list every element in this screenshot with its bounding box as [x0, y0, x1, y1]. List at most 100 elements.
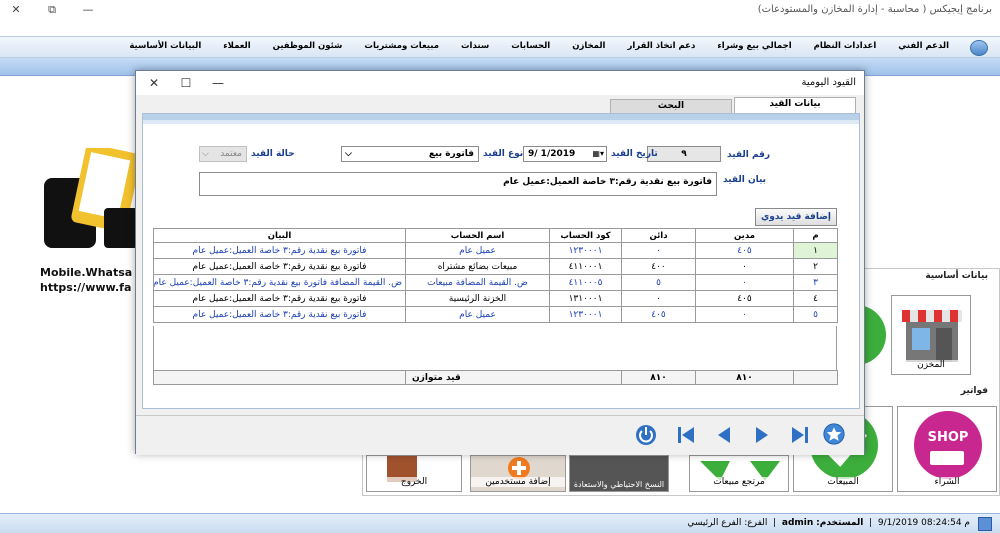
menu-tech-support[interactable]: الدعم الفني — [887, 41, 960, 51]
table-row[interactable]: ٣ ٠ ٥ ٤١١٠٠٠٥ ض. القيمة المضافة مبيعات ض… — [153, 274, 838, 291]
cell-code[interactable]: ١٢٣٠٠٠١ — [549, 242, 622, 259]
entry-no-label: رقم القيد — [727, 150, 771, 160]
statement-textarea[interactable]: فاتورة بيع نقدية رقم:٣ خاصة العميل:عميل … — [199, 172, 717, 196]
tile-sales-label: المبيعات — [794, 477, 892, 487]
minimize-window-button[interactable]: — — [76, 2, 100, 18]
cell-desc[interactable]: فاتورة بيع نقدية رقم:٣ خاصة العميل:عميل … — [153, 290, 406, 307]
tile-store[interactable]: المخزن — [891, 295, 971, 375]
cell-m[interactable]: ٤ — [793, 290, 838, 307]
table-row[interactable]: ٤ ٤٠٥ ٠ ١٣١٠٠٠١ الخزنة الرئيسية فاتورة ب… — [153, 290, 838, 307]
cell-code[interactable]: ٤١١٠٠٠١ — [549, 258, 622, 275]
col-header-debit: مدين — [695, 228, 794, 243]
tile-backup[interactable]: النسخ الاحتياطي والاستعادة — [569, 455, 669, 492]
entry-status-value: معتمد — [220, 149, 242, 159]
entry-type-select[interactable]: فاتورة بيع ⌵ — [341, 146, 479, 162]
section-invoices: فواتير — [960, 386, 988, 396]
menu-decision-support[interactable]: دعم اتخاذ القرار — [616, 41, 706, 51]
menu-stores[interactable]: المخازن — [561, 41, 616, 51]
entry-status-select[interactable]: معتمد ⌵ — [199, 146, 247, 162]
dialog-title: القيود اليومية — [801, 77, 856, 88]
cell-desc[interactable]: فاتورة بيع نقدية رقم:٣ خاصة العميل:عميل … — [153, 242, 406, 259]
menu-basic-data[interactable]: البيانات الأساسية — [118, 41, 212, 51]
entry-date-label: تاريخ القيد — [611, 149, 658, 159]
cell-credit[interactable]: ٠ — [621, 290, 696, 307]
cell-name[interactable]: عميل عام — [405, 242, 550, 259]
app-menu-icon[interactable] — [970, 40, 988, 56]
status-app-icon — [978, 517, 992, 531]
table-row[interactable]: ١ ٤٠٥ ٠ ١٢٣٠٠٠١ عميل عام فاتورة بيع نقدي… — [153, 242, 838, 259]
cell-m[interactable]: ٥ — [793, 306, 838, 323]
menu-system-settings[interactable]: اعدادات النظام — [803, 41, 888, 51]
cell-name[interactable]: الخزنة الرئيسية — [405, 290, 550, 307]
menu-total-sales-purchase[interactable]: اجمالي بيع وشراء — [706, 41, 802, 51]
cell-code[interactable]: ١٢٣٠٠٠١ — [549, 306, 622, 323]
grid-empty-area[interactable] — [153, 326, 837, 370]
close-window-button[interactable]: ✕ — [4, 2, 28, 18]
dialog-minimize-button[interactable]: — — [208, 75, 228, 91]
cell-name[interactable]: ض. القيمة المضافة مبيعات — [405, 274, 550, 291]
calendar-dropdown-icon[interactable]: ▦▾ — [592, 147, 604, 161]
tab-entry-data[interactable]: بيانات القيد — [734, 97, 856, 114]
cell-credit[interactable]: ٤٠٠ — [621, 258, 696, 275]
last-record-icon[interactable] — [788, 424, 812, 446]
cell-credit[interactable]: ٤٠٥ — [621, 306, 696, 323]
totals-row: ٨١٠ ٨١٠ قيد متوازن — [153, 370, 838, 385]
phone-logo-icon: E — [38, 144, 141, 258]
restore-window-button[interactable]: ⧉ — [40, 2, 64, 18]
total-blank — [793, 370, 838, 385]
cell-credit[interactable]: ٠ — [621, 242, 696, 259]
tab-entry-data-panel: رقم القيد ٩ تاريخ القيد 9/ 1/2019 ▦▾ نوع… — [142, 113, 860, 409]
tile-exit[interactable]: الخروج — [366, 455, 462, 492]
table-row[interactable]: ٢ ٠ ٤٠٠ ٤١١٠٠٠١ مبيعات بضائع مشتراه فاتو… — [153, 258, 838, 275]
cell-credit[interactable]: ٥ — [621, 274, 696, 291]
next-record-icon[interactable] — [750, 424, 774, 446]
cell-debit[interactable]: ٠ — [695, 306, 794, 323]
cell-code[interactable]: ١٣١٠٠٠١ — [549, 290, 622, 307]
cell-name[interactable]: عميل عام — [405, 306, 550, 323]
col-header-code: كود الحساب — [549, 228, 622, 243]
entry-date-picker[interactable]: 9/ 1/2019 ▦▾ — [523, 146, 607, 162]
cell-debit[interactable]: ٠ — [695, 258, 794, 275]
power-exit-icon[interactable] — [634, 424, 658, 446]
dialog-close-button[interactable]: ✕ — [144, 75, 164, 91]
contact-line-1: Mobile.Whatsa — [40, 266, 133, 279]
table-row[interactable]: ٥ ٠ ٤٠٥ ١٢٣٠٠٠١ عميل عام فاتورة بيع نقدي… — [153, 306, 838, 323]
entry-no-field[interactable]: ٩ — [647, 146, 721, 162]
cell-code[interactable]: ٤١١٠٠٠٥ — [549, 274, 622, 291]
previous-record-icon[interactable] — [712, 424, 736, 446]
tile-add-user[interactable]: إضافة مستخدمين — [470, 455, 566, 492]
entry-date-value: 9/ 1/2019 — [528, 149, 576, 159]
status-time: م 08:24:54 9/1/2019 — [877, 518, 970, 528]
add-manual-entry-button[interactable]: إضافة قيد يدوي — [755, 208, 837, 226]
cell-desc[interactable]: ض. القيمة المضافة فاتورة بيع نقدية رقم:٣… — [153, 274, 406, 291]
cell-m[interactable]: ٢ — [793, 258, 838, 275]
first-record-icon[interactable] — [674, 424, 698, 446]
entry-status-label: حالة القيد — [251, 149, 295, 159]
balance-status: قيد متوازن — [405, 370, 622, 385]
main-menubar: البيانات الأساسية العملاء شئون الموظفين … — [0, 36, 1000, 58]
tab-search[interactable]: البحث — [610, 99, 732, 114]
cell-desc[interactable]: فاتورة بيع نقدية رقم:٣ خاصة العميل:عميل … — [153, 258, 406, 275]
dialog-maximize-button[interactable]: ☐ — [176, 75, 196, 91]
cell-name[interactable]: مبيعات بضائع مشتراه — [405, 258, 550, 275]
menu-employees[interactable]: شئون الموظفين — [262, 41, 354, 51]
menu-vouchers[interactable]: سندات — [450, 41, 500, 51]
cell-debit[interactable]: ٠ — [695, 274, 794, 291]
menu-accounts[interactable]: الحسابات — [500, 41, 561, 51]
tile-purchase[interactable]: SHOP الشراء — [897, 406, 997, 492]
dialog-titlebar: ✕ ☐ — القيود اليومية — [136, 71, 864, 95]
entry-type-value: فاتورة بيع — [428, 149, 474, 159]
cell-debit[interactable]: ٤٠٥ — [695, 290, 794, 307]
journal-lines-grid: م مدين دائن كود الحساب اسم الحساب البيان… — [153, 228, 838, 323]
cell-m[interactable]: ١ — [793, 242, 838, 259]
cell-desc[interactable]: فاتورة بيع نقدية رقم:٣ خاصة العميل:عميل … — [153, 306, 406, 323]
menu-customers[interactable]: العملاء — [212, 41, 261, 51]
cell-m[interactable]: ٣ — [793, 274, 838, 291]
new-record-icon[interactable] — [822, 423, 850, 449]
cell-debit[interactable]: ٤٠٥ — [695, 242, 794, 259]
menu-sales-purchases[interactable]: مبيعات ومشتريات — [353, 41, 450, 51]
col-header-desc: البيان — [153, 228, 406, 243]
tile-sales-return[interactable]: مرتجع مبيعات — [689, 455, 789, 492]
grid-header-row: م مدين دائن كود الحساب اسم الحساب البيان — [153, 228, 838, 243]
col-header-name: اسم الحساب — [405, 228, 550, 243]
